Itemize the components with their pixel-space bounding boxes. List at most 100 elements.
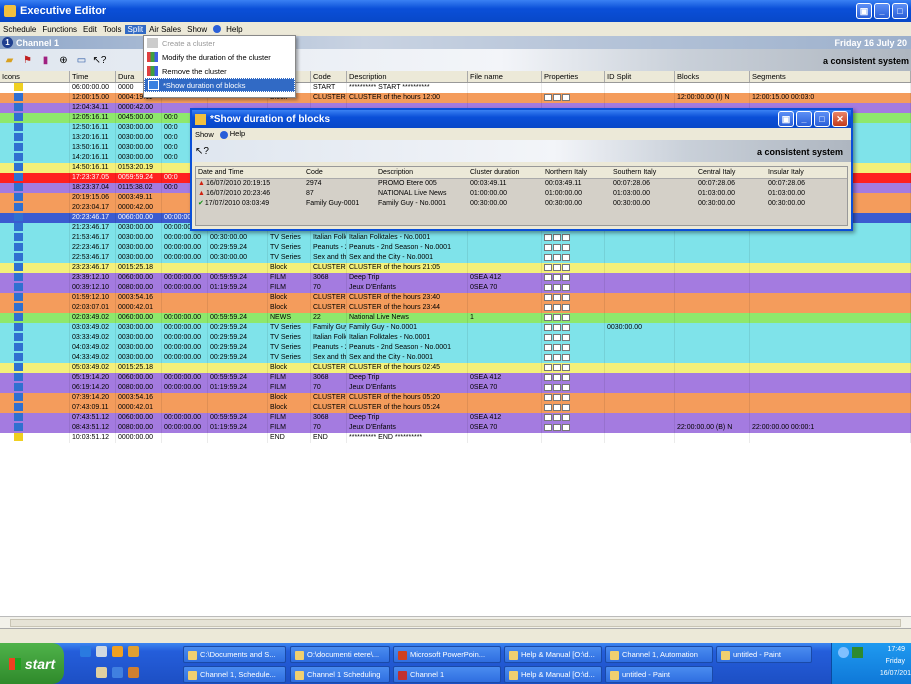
menu-item-show-duration[interactable]: *Show duration of blocks [144, 78, 295, 92]
task-paint[interactable]: untitled - Paint [716, 646, 812, 663]
task-help-manual-2[interactable]: Help & Manual [O:\d... [504, 666, 602, 683]
table-row[interactable]: 07:39:14.20 0003:54.16 Block CLUSTER CLUSTER… [0, 393, 911, 403]
search-icon[interactable]: ⊕ [56, 53, 71, 68]
table-row[interactable]: 06:00:00.000000STARTSTART********** STAR… [0, 83, 911, 93]
event-type-icon [14, 213, 23, 222]
table-row[interactable]: 07:43:09.11 0000:42.01 Block CLUSTER CLUSTER… [0, 403, 911, 413]
table-row[interactable]: 05:19:14.20 0060:00.00 00:00:00.00 00:59:59… [0, 373, 911, 383]
quicklaunch-media-icon[interactable] [112, 646, 123, 657]
task-help-manual[interactable]: Help & Manual [O:\d... [504, 646, 602, 663]
task-documenti-etere[interactable]: O:\documenti etere\... [290, 646, 390, 663]
table-row[interactable]: 04:03:49.02 0030:00.00 00:00:00.00 00:29:59… [0, 343, 911, 353]
network-icon[interactable] [838, 647, 849, 658]
open-folder-icon[interactable]: ▰ [2, 53, 17, 68]
minimize-button[interactable]: _ [874, 3, 890, 19]
scrollbar-thumb[interactable] [10, 619, 901, 627]
start-button[interactable]: start [0, 643, 64, 684]
task-channel-1[interactable]: Channel 1 [393, 666, 501, 683]
table-row[interactable]: 23:23:46.17 0015:25.18 Block CLUSTER CLUSTER… [0, 263, 911, 273]
table-row[interactable]: 02:03:07.01 0000:42.01 Block CLUSTER CLUSTER… [0, 303, 911, 313]
task-documents[interactable]: C:\Documents and S... [183, 646, 286, 663]
dcol-code[interactable]: Code [304, 168, 376, 178]
menu-edit[interactable]: Edit [80, 25, 100, 34]
cell-d2 [208, 293, 268, 303]
dcol-description[interactable]: Description [376, 168, 468, 178]
dcol-date-time[interactable]: Date and Time [196, 168, 304, 178]
dcol-northern-italy[interactable]: Northern Italy [543, 168, 611, 178]
menu-show[interactable]: Show [184, 25, 210, 34]
dcol-cluster-duration[interactable]: Cluster duration [468, 168, 543, 178]
dcol-southern-italy[interactable]: Southern Italy [611, 168, 696, 178]
col-file-name[interactable]: File name [468, 71, 542, 82]
dialog-menu-help[interactable]: Help [219, 129, 245, 139]
table-row[interactable]: 00:39:12.10 0080:00.00 00:00:00.00 01:19:59… [0, 283, 911, 293]
table-row[interactable]: 10:03:51.12 0000:00.00 END END ********** EN… [0, 433, 911, 443]
table-row[interactable]: 23:39:12.10 0060:00.00 00:00:00.00 00:59:59… [0, 273, 911, 283]
task-channel-automation[interactable]: Channel 1, Automation [605, 646, 713, 663]
table-row[interactable]: 03:33:49.02 0030:00.00 00:00:00.00 00:29:59… [0, 333, 911, 343]
dcell-i: 01:03:00.00 [768, 190, 805, 197]
table-row[interactable]: 02:03:49.02 0060:00.00 00:00:00.00 00:59:59… [0, 313, 911, 323]
menu-split[interactable]: Split [124, 24, 147, 34]
quicklaunch-tool-icon[interactable] [128, 667, 139, 678]
table-row[interactable]: 21:53:46.17 0030:00.00 00:00:00.00 00:30:00… [0, 233, 911, 243]
dialog-restore-button[interactable]: ▣ [778, 111, 794, 127]
duration-row[interactable]: ✔17/07/2010 03:03:49 Family Guy-0001 Famil… [196, 199, 847, 209]
monitor-icon[interactable]: ▭ [74, 53, 89, 68]
volume-icon[interactable] [852, 647, 863, 658]
table-row[interactable]: 04:33:49.02 0030:00.00 00:00:00.00 00:29:59… [0, 353, 911, 363]
col-blocks[interactable]: Blocks [675, 71, 750, 82]
menu-item-remove-cluster[interactable]: Remove the cluster [144, 64, 295, 78]
task-channel-schedule[interactable]: Channel 1, Schedule... [183, 666, 286, 683]
quicklaunch-desktop-icon[interactable] [96, 646, 107, 657]
dialog-maximize-button[interactable]: □ [814, 111, 830, 127]
duration-row[interactable]: ▲16/07/2010 20:23:46 87 NATIONAL Live News… [196, 189, 847, 199]
table-row[interactable]: 07:43:51.12 0060:00.00 00:00:00.00 00:59:59… [0, 413, 911, 423]
dcol-central-italy[interactable]: Central Italy [696, 168, 766, 178]
table-row[interactable]: 05:03:49.02 0015:25.18 Block CLUSTER CLUSTER… [0, 363, 911, 373]
task-channel-scheduling[interactable]: Channel 1 Scheduling [290, 666, 390, 683]
maximize-button[interactable]: □ [892, 3, 908, 19]
col-description[interactable]: Description [347, 71, 468, 82]
col-id-split[interactable]: ID Split [605, 71, 675, 82]
col-properties[interactable]: Properties [542, 71, 605, 82]
help-pointer-icon[interactable]: ↖? [92, 53, 107, 68]
menu-air-sales[interactable]: Air Sales [146, 25, 184, 34]
menu-functions[interactable]: Functions [39, 25, 80, 34]
table-row[interactable]: 08:43:51.12 0080:00.00 00:00:00.00 01:19:59… [0, 423, 911, 433]
duration-row[interactable]: ▲16/07/2010 20:19:15 2974 PROMO Etere 005 0… [196, 179, 847, 189]
cell-seg: 12:00:15.00 00:03:0 [750, 93, 911, 103]
col-icons[interactable]: Icons [0, 71, 70, 82]
restore-button[interactable]: ▣ [856, 3, 872, 19]
table-row[interactable]: 06:19:14.20 0080:00.00 00:00:00.00 01:19:59… [0, 383, 911, 393]
quicklaunch-doc-icon[interactable] [96, 667, 107, 678]
task-powerpoint[interactable]: Microsoft PowerPoin... [393, 646, 501, 663]
menu-item-create-cluster[interactable]: Create a cluster [144, 36, 295, 50]
col-time[interactable]: Time [70, 71, 116, 82]
flag-icon[interactable]: ⚑ [20, 53, 35, 68]
task-paint-2[interactable]: untitled - Paint [605, 666, 713, 683]
dialog-minimize-button[interactable]: _ [796, 111, 812, 127]
table-row[interactable]: 22:53:46.17 0030:00.00 00:00:00.00 00:30:00… [0, 253, 911, 263]
horizontal-scrollbar[interactable] [0, 616, 911, 628]
quicklaunch-refresh-icon[interactable] [112, 667, 123, 678]
dialog-close-button[interactable]: ✕ [832, 111, 848, 127]
col-segments[interactable]: Segments [750, 71, 911, 82]
dialog-menu-show[interactable]: Show [195, 130, 214, 139]
menu-item-modify-duration[interactable]: Modify the duration of the cluster [144, 50, 295, 64]
quicklaunch-ie-icon[interactable] [80, 646, 91, 657]
menu-tools[interactable]: Tools [100, 25, 125, 34]
cell-time: 02:03:07.01 [70, 303, 116, 313]
menu-schedule[interactable]: Schedule [0, 25, 39, 34]
help-pointer-icon[interactable]: ↖? [195, 146, 209, 157]
book-icon[interactable]: ▮ [38, 53, 53, 68]
quicklaunch-app-icon[interactable] [128, 646, 139, 657]
menu-help[interactable]: Help [210, 25, 248, 34]
table-row[interactable]: 01:59:12.10 0003:54.16 Block CLUSTER CLUSTER… [0, 293, 911, 303]
clock[interactable]: 17:49 [887, 646, 905, 653]
table-row[interactable]: 03:03:49.02 0030:00.00 00:00:00.00 00:29:59… [0, 323, 911, 333]
table-row[interactable]: 12:00:15.000004:19.11BlockCLUSTERCLUSTER… [0, 93, 911, 103]
col-code[interactable]: Code [311, 71, 347, 82]
table-row[interactable]: 22:23:46.17 0030:00.00 00:00:00.00 00:29:59… [0, 243, 911, 253]
dcol-insular-italy[interactable]: Insular Italy [766, 168, 846, 178]
